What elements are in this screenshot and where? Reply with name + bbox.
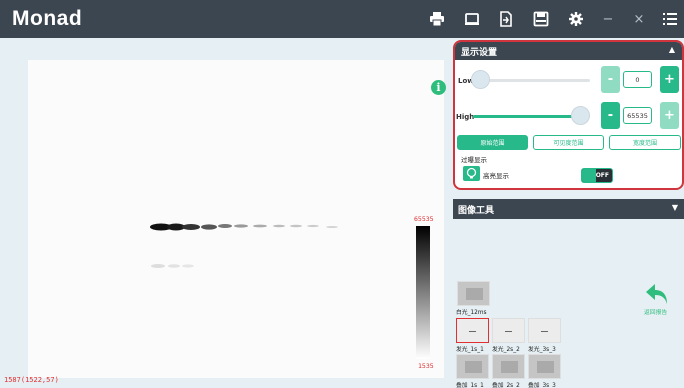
window-icon[interactable]	[462, 9, 482, 29]
printer-icon[interactable]	[427, 9, 447, 29]
app-logo: Monad	[12, 7, 83, 30]
low-plus-button[interactable]: +	[660, 66, 679, 93]
overlay-thumbnail-3[interactable]	[528, 354, 561, 379]
low-value-input[interactable]: 0	[623, 71, 652, 88]
luminescence-thumbnail-1[interactable]	[456, 318, 489, 343]
display-settings-header[interactable]: 显示设置 ▲	[455, 42, 682, 60]
toggle-knob	[582, 169, 596, 182]
scale-max-label: 65535	[414, 215, 434, 223]
info-icon[interactable]: i	[431, 80, 446, 95]
thumbnail-preview	[466, 288, 483, 300]
width-range-button[interactable]: 宽度范围	[609, 135, 681, 150]
overlay-label-3: 叠加_3s_3	[528, 383, 556, 388]
luminescence-thumbnail-3[interactable]	[528, 318, 561, 343]
gear-icon[interactable]	[566, 9, 586, 29]
white-light-label: 白光_12ms	[456, 310, 487, 316]
white-light-thumbnail[interactable]	[457, 281, 490, 306]
low-slider-track[interactable]	[477, 79, 590, 82]
overexposure-label: 过曝显示	[461, 156, 487, 164]
high-label: High	[456, 113, 475, 121]
chevron-down-icon[interactable]: ▼	[672, 203, 678, 212]
minimize-icon[interactable]: −	[598, 9, 618, 29]
scale-min-label: 1535	[418, 362, 434, 370]
blot-image-canvas[interactable]	[28, 60, 444, 378]
visibility-range-button[interactable]: 可见度范围	[533, 135, 604, 150]
low-minus-button[interactable]: -	[601, 66, 620, 93]
band-preview	[541, 331, 548, 332]
image-tools-header[interactable]: 图像工具 ▼	[453, 199, 684, 219]
menu-list-icon[interactable]	[660, 9, 680, 29]
high-minus-button[interactable]: -	[601, 102, 620, 129]
luminescence-label-3: 发光_3s_3	[528, 347, 556, 353]
intensity-scale-bar	[416, 226, 430, 359]
high-value-input[interactable]: 65535	[623, 107, 652, 124]
cursor-coordinate: 1587(1522,57)	[4, 376, 59, 384]
original-range-button[interactable]: 原始范围	[457, 135, 528, 150]
export-icon[interactable]	[496, 9, 516, 29]
overlay-thumbnail-1[interactable]	[456, 354, 489, 379]
toggle-state: OFF	[595, 172, 609, 179]
panel-title: 显示设置	[461, 47, 498, 58]
thumbnail-preview	[537, 361, 554, 373]
highlight-label: 高亮显示	[483, 172, 509, 180]
thumbnail-preview	[501, 361, 518, 373]
overlay-thumbnail-2[interactable]	[492, 354, 525, 379]
low-slider-handle[interactable]	[471, 70, 490, 89]
chevron-up-icon[interactable]: ▲	[669, 45, 675, 54]
return-arrow-icon[interactable]	[644, 282, 670, 308]
return-report-label[interactable]: 返回报告	[644, 307, 667, 316]
high-slider-fill	[473, 115, 581, 118]
band-preview	[505, 331, 512, 332]
blot-bands	[150, 223, 338, 268]
top-toolbar: Monad − ×	[0, 0, 684, 38]
highlight-toggle[interactable]: OFF	[581, 168, 613, 183]
band-preview	[469, 331, 476, 332]
luminescence-label-1: 发光_1s_1	[456, 347, 484, 353]
thumbnail-preview	[465, 361, 482, 373]
overlay-label-2: 叠加_2s_2	[492, 383, 520, 388]
bulb-icon	[463, 166, 480, 181]
luminescence-label-2: 发光_2s_2	[492, 347, 520, 353]
image-viewer: i	[0, 38, 450, 388]
image-tools-title: 图像工具	[458, 205, 495, 216]
high-slider-handle[interactable]	[571, 106, 590, 125]
overlay-label-1: 叠加_1s_1	[456, 383, 484, 388]
high-plus-button[interactable]: +	[660, 102, 679, 129]
save-icon[interactable]	[531, 9, 551, 29]
display-settings-panel: 显示设置 ▲ Low - 0 + High - 65535 + 原始范围 可见度…	[453, 40, 684, 190]
close-icon[interactable]: ×	[629, 9, 649, 29]
luminescence-thumbnail-2[interactable]	[492, 318, 525, 343]
